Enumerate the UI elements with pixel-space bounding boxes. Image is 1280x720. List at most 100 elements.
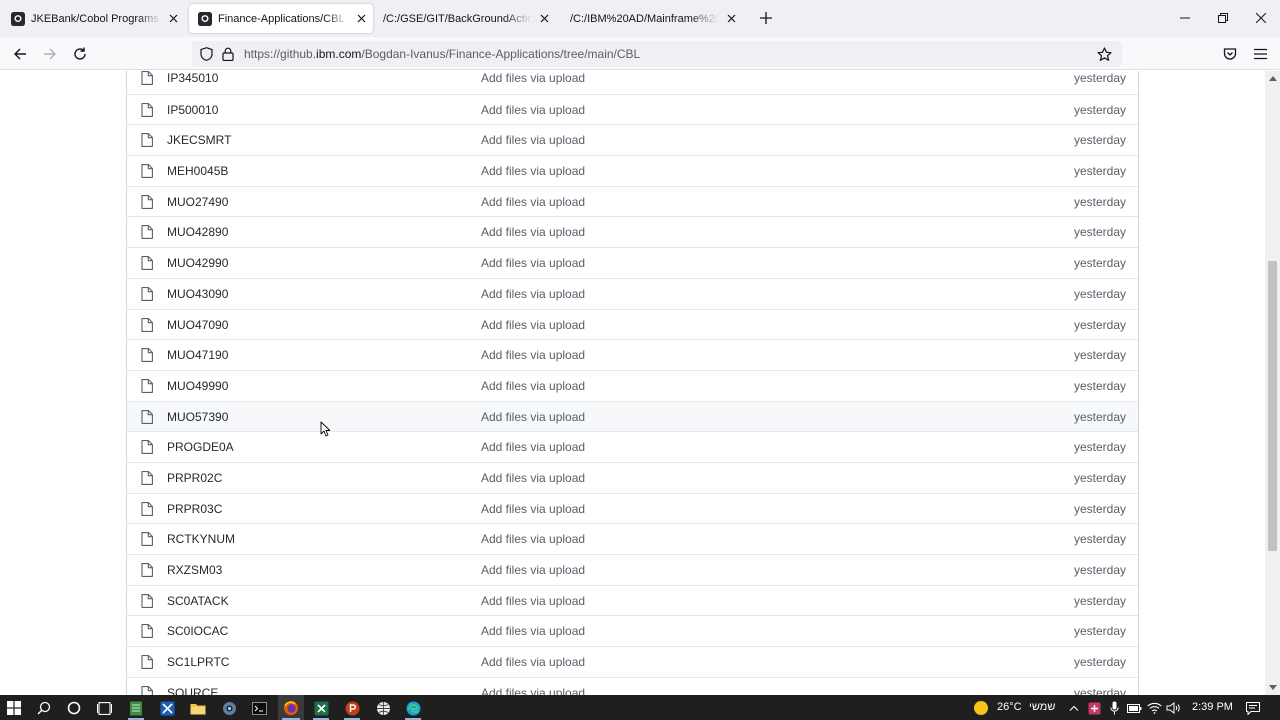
commit-message-link[interactable]: Add files via upload [481,563,585,577]
commit-message-link[interactable]: Add files via upload [481,471,585,485]
file-name-link[interactable]: MUO27490 [167,195,228,209]
back-button[interactable] [9,43,31,65]
file-name-link[interactable]: RXZSM03 [167,563,222,577]
notifications-icon[interactable] [1243,698,1263,718]
excel-icon[interactable] [311,698,331,718]
windows-start-icon[interactable] [4,698,24,718]
file-row[interactable]: RCTKYNUM Add files via upload yesterday [127,523,1138,554]
cortana-icon[interactable] [64,698,84,718]
firefox-icon[interactable] [281,698,301,718]
blue-app-icon[interactable] [157,698,177,718]
taskbar-clock[interactable]: 2:39 PM [1192,701,1233,713]
file-name-link[interactable]: MUO47190 [167,348,228,362]
pocket-button[interactable] [1219,43,1241,65]
file-row[interactable]: SC1LPRTC Add files via upload yesterday [127,646,1138,677]
file-name-link[interactable]: IP345010 [167,71,218,85]
scrollbar-thumb[interactable] [1268,261,1277,551]
restore-button[interactable] [1213,8,1233,28]
file-row[interactable]: MUO57390 Add files via upload yesterday [127,400,1138,432]
scroll-down-arrow-icon[interactable] [1268,683,1277,692]
close-window-button[interactable] [1251,8,1271,28]
file-row[interactable]: MUO43090 Add files via upload yesterday [127,277,1138,309]
microphone-icon[interactable] [1104,698,1124,718]
file-name-link[interactable]: IP500010 [167,103,218,117]
terminal-icon[interactable] [249,698,269,718]
lock-icon[interactable] [220,46,236,62]
commit-message-link[interactable]: Add files via upload [481,532,585,546]
file-name-link[interactable]: MUO42890 [167,225,228,239]
volume-icon[interactable] [1163,698,1183,718]
commit-message-link[interactable]: Add files via upload [481,624,585,638]
close-icon[interactable] [165,11,181,27]
commit-message-link[interactable]: Add files via upload [481,348,585,362]
file-name-link[interactable]: SC0ATACK [167,594,229,608]
commit-message-link[interactable]: Add files via upload [481,318,585,332]
powerpoint-icon[interactable] [342,698,362,718]
search-icon[interactable] [34,698,54,718]
commit-message-link[interactable]: Add files via upload [481,410,585,424]
weather-description[interactable]: שמשי [1029,701,1055,713]
tray-app-icon[interactable] [1084,698,1104,718]
new-tab-button[interactable] [757,9,775,27]
file-explorer-icon[interactable] [188,698,208,718]
file-name-link[interactable]: MUO47090 [167,318,228,332]
tab-jkebank[interactable]: JKEBank/Cobol Programs at ma [2,4,185,33]
minimize-button[interactable] [1175,8,1195,28]
commit-message-link[interactable]: Add files via upload [481,133,585,147]
commit-message-link[interactable]: Add files via upload [481,71,585,85]
file-name-link[interactable]: SOURCE [167,686,218,695]
globe-app-icon[interactable] [373,698,393,718]
file-row[interactable]: MUO42990 Add files via upload yesterday [127,247,1138,278]
close-icon[interactable] [353,11,369,27]
commit-message-link[interactable]: Add files via upload [481,655,585,669]
address-bar[interactable]: https://github.ibm.com/Bogdan-Ivanus/Fin… [192,41,1122,67]
bookmark-star-icon[interactable] [1096,46,1112,62]
file-row[interactable]: MEH0045B Add files via upload yesterday [127,155,1138,186]
file-row[interactable]: SOURCE Add files via upload yesterday [127,676,1138,695]
file-row[interactable]: MUO42890 Add files via upload yesterday [127,216,1138,247]
file-row[interactable]: MUO47090 Add files via upload yesterday [127,308,1138,340]
file-name-link[interactable]: SC0IOCAC [167,624,228,638]
task-view-icon[interactable] [94,698,114,718]
file-row[interactable]: PROGDE0A Add files via upload yesterday [127,431,1138,462]
commit-message-link[interactable]: Add files via upload [481,379,585,393]
file-name-link[interactable]: PRPR02C [167,471,222,485]
file-name-link[interactable]: MUO57390 [167,410,228,424]
file-name-link[interactable]: PROGDE0A [167,440,234,454]
file-name-link[interactable]: JKECSMRT [167,133,231,147]
tab-mainframe-project[interactable]: /C:/IBM%20AD/Mainframe%20Proje [560,4,743,33]
file-row[interactable]: MUO27490 Add files via upload yesterday [127,185,1138,217]
commit-message-link[interactable]: Add files via upload [481,594,585,608]
settings-app-icon[interactable] [219,698,239,718]
commit-message-link[interactable]: Add files via upload [481,440,585,454]
weather-temperature[interactable]: 26°C [997,701,1022,713]
close-icon[interactable] [723,11,739,27]
commit-message-link[interactable]: Add files via upload [481,164,585,178]
tracking-shield-icon[interactable] [198,46,214,62]
file-name-link[interactable]: PRPR03C [167,502,222,516]
wifi-icon[interactable] [1144,698,1164,718]
file-name-link[interactable]: MEH0045B [167,164,228,178]
commit-message-link[interactable]: Add files via upload [481,103,585,117]
battery-icon[interactable] [1124,698,1144,718]
commit-message-link[interactable]: Add files via upload [481,225,585,239]
file-row[interactable]: SC0IOCAC Add files via upload yesterday [127,615,1138,646]
commit-message-link[interactable]: Add files via upload [481,502,585,516]
file-name-link[interactable]: MUO43090 [167,287,228,301]
scroll-up-arrow-icon[interactable] [1268,74,1277,83]
tab-finance-applications[interactable]: Finance-Applications/CBL at ma [189,4,373,33]
commit-message-link[interactable]: Add files via upload [481,686,585,695]
file-row[interactable]: JKECSMRT Add files via upload yesterday [127,124,1138,155]
file-row[interactable]: IP345010 Add files via upload yesterday [127,71,1138,94]
forward-button[interactable] [39,43,61,65]
tab-background-actions[interactable]: /C:/GSE/GIT/BackGroundActions.htm [373,4,556,33]
url-text[interactable]: https://github.ibm.com/Bogdan-Ivanus/Fin… [244,47,640,61]
app-menu-button[interactable] [1249,43,1271,65]
file-name-link[interactable]: MUO49990 [167,379,228,393]
weather-sun-icon[interactable] [971,698,991,718]
file-row[interactable]: RXZSM03 Add files via upload yesterday [127,554,1138,585]
close-icon[interactable] [536,11,552,27]
file-row[interactable]: IP500010 Add files via upload yesterday [127,93,1138,125]
commit-message-link[interactable]: Add files via upload [481,287,585,301]
file-row[interactable]: PRPR02C Add files via upload yesterday [127,461,1138,493]
